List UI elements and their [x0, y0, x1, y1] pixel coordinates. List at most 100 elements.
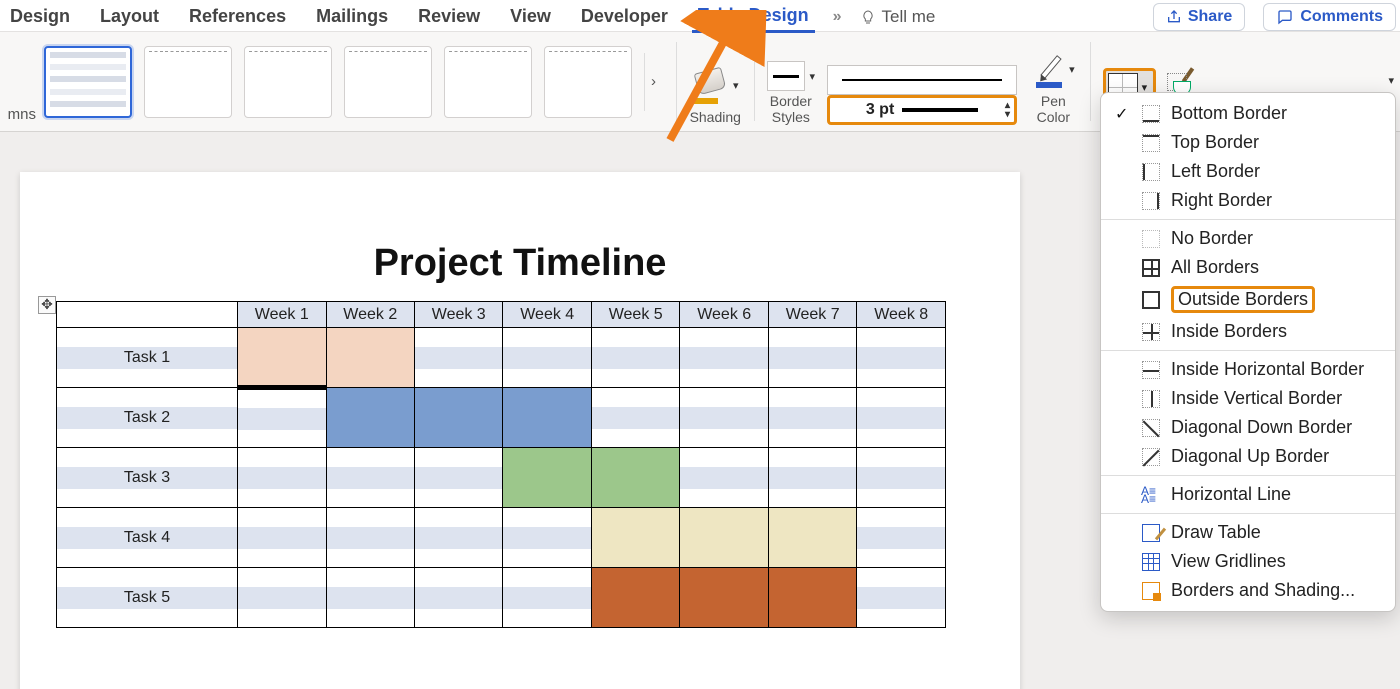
table-cell[interactable]	[238, 448, 326, 508]
menu-item-diagd[interactable]: Diagonal Down Border	[1101, 413, 1395, 442]
table-cell[interactable]	[857, 328, 946, 388]
table-cell[interactable]	[768, 448, 856, 508]
tab-design[interactable]: Design	[4, 2, 76, 31]
tab-layout[interactable]: Layout	[94, 2, 165, 31]
table-cell[interactable]	[680, 328, 768, 388]
table-cell[interactable]	[326, 508, 414, 568]
menu-item-bs[interactable]: Borders and Shading...	[1101, 576, 1395, 605]
tab-review[interactable]: Review	[412, 2, 486, 31]
table-cell[interactable]	[680, 448, 768, 508]
table-rowhead-cell[interactable]: Task 1	[57, 328, 238, 388]
tell-me-search[interactable]: Tell me	[860, 6, 936, 28]
table-style-option-5[interactable]	[444, 46, 532, 118]
table-cell[interactable]	[414, 508, 502, 568]
table-cell[interactable]	[503, 328, 591, 388]
table-cell[interactable]	[238, 388, 326, 448]
table-rowhead-cell[interactable]: Task 4	[57, 508, 238, 568]
tab-references[interactable]: References	[183, 2, 292, 31]
table-cell[interactable]	[768, 388, 856, 448]
gantt-table[interactable]: Week 1 Week 2 Week 3 Week 4 Week 5 Week …	[56, 301, 946, 628]
table-header-cell[interactable]: Week 8	[857, 302, 946, 328]
pen-color-button[interactable]: ▾	[1029, 47, 1078, 91]
table-cell[interactable]	[414, 328, 502, 388]
border-line-style-select[interactable]: ▾	[827, 65, 1017, 95]
stepper-icon[interactable]: ▴▾	[1005, 101, 1010, 119]
table-cell[interactable]	[857, 388, 946, 448]
table-cell[interactable]	[680, 568, 768, 628]
tabs-overflow-icon[interactable]: »	[833, 8, 842, 26]
table-cell[interactable]	[238, 328, 326, 388]
table-style-option-2[interactable]	[144, 46, 232, 118]
table-cell[interactable]	[503, 388, 591, 448]
menu-item-gridlines[interactable]: View Gridlines	[1101, 547, 1395, 576]
table-style-option-4[interactable]	[344, 46, 432, 118]
chevron-down-icon[interactable]: ▾	[807, 70, 816, 83]
menu-item-label: Left Border	[1171, 161, 1260, 182]
menu-item-all[interactable]: All Borders	[1101, 253, 1395, 282]
table-move-handle[interactable]: ✥	[38, 296, 56, 314]
share-button[interactable]: Share	[1153, 3, 1245, 31]
table-header-cell[interactable]: Week 6	[680, 302, 768, 328]
table-header-cell[interactable]: Week 3	[414, 302, 502, 328]
table-cell[interactable]	[591, 448, 679, 508]
table-cell[interactable]	[680, 388, 768, 448]
menu-item-outside[interactable]: Outside Borders	[1101, 282, 1395, 317]
border-styles-button[interactable]	[767, 61, 805, 91]
table-cell[interactable]	[503, 508, 591, 568]
table-style-option-3[interactable]	[244, 46, 332, 118]
lightbulb-icon	[860, 6, 876, 28]
menu-item-inside[interactable]: Inside Borders	[1101, 317, 1395, 346]
menu-item-draw[interactable]: Draw Table	[1101, 518, 1395, 547]
table-row: Task 5	[57, 568, 946, 628]
table-header-cell[interactable]: Week 4	[503, 302, 591, 328]
menu-item-left[interactable]: Left Border	[1101, 157, 1395, 186]
table-cell[interactable]	[414, 448, 502, 508]
menu-item-right[interactable]: Right Border	[1101, 186, 1395, 215]
menu-item-none[interactable]: No Border	[1101, 224, 1395, 253]
table-cell[interactable]	[326, 448, 414, 508]
page: Project Timeline ✥ Week 1 Week 2 Week 3 …	[20, 172, 1020, 689]
table-header-cell[interactable]: Week 5	[591, 302, 679, 328]
table-cell[interactable]	[503, 568, 591, 628]
table-cell[interactable]	[591, 328, 679, 388]
table-cell[interactable]	[414, 388, 502, 448]
table-cell[interactable]	[326, 568, 414, 628]
table-cell[interactable]	[768, 328, 856, 388]
comments-button[interactable]: Comments	[1263, 3, 1396, 31]
table-header-cell[interactable]: Week 1	[238, 302, 326, 328]
table-rowhead-cell[interactable]: Task 2	[57, 388, 238, 448]
table-rowhead-cell[interactable]: Task 5	[57, 568, 238, 628]
table-style-option-6[interactable]	[544, 46, 632, 118]
menu-item-inv[interactable]: Inside Vertical Border	[1101, 384, 1395, 413]
table-cell[interactable]	[857, 448, 946, 508]
table-cell[interactable]	[238, 568, 326, 628]
table-header-cell[interactable]: Week 7	[768, 302, 856, 328]
table-cell[interactable]	[680, 508, 768, 568]
table-cell[interactable]	[238, 508, 326, 568]
tab-view[interactable]: View	[504, 2, 557, 31]
table-cell[interactable]	[326, 388, 414, 448]
menu-item-diagu[interactable]: Diagonal Up Border	[1101, 442, 1395, 471]
menu-item-top[interactable]: Top Border	[1101, 128, 1395, 157]
table-cell[interactable]	[591, 568, 679, 628]
table-cell[interactable]	[414, 568, 502, 628]
table-cell[interactable]	[857, 568, 946, 628]
table-cell[interactable]	[857, 508, 946, 568]
all-icon	[1141, 258, 1161, 278]
table-header-cell[interactable]	[57, 302, 238, 328]
table-rowhead-cell[interactable]: Task 3	[57, 448, 238, 508]
chevron-down-icon[interactable]: ▾	[1066, 63, 1075, 76]
table-header-cell[interactable]: Week 2	[326, 302, 414, 328]
menu-item-bottom[interactable]: ✓Bottom Border	[1101, 99, 1395, 128]
table-cell[interactable]	[326, 328, 414, 388]
table-style-option-1[interactable]	[44, 46, 132, 118]
table-cell[interactable]	[768, 568, 856, 628]
pen-width-select[interactable]: 3 pt ▴▾	[827, 95, 1017, 125]
tab-mailings[interactable]: Mailings	[310, 2, 394, 31]
menu-item-hzline[interactable]: A≡A≡Horizontal Line	[1101, 480, 1395, 509]
table-cell[interactable]	[503, 448, 591, 508]
table-cell[interactable]	[768, 508, 856, 568]
table-cell[interactable]	[591, 508, 679, 568]
menu-item-inh[interactable]: Inside Horizontal Border	[1101, 355, 1395, 384]
table-cell[interactable]	[591, 388, 679, 448]
